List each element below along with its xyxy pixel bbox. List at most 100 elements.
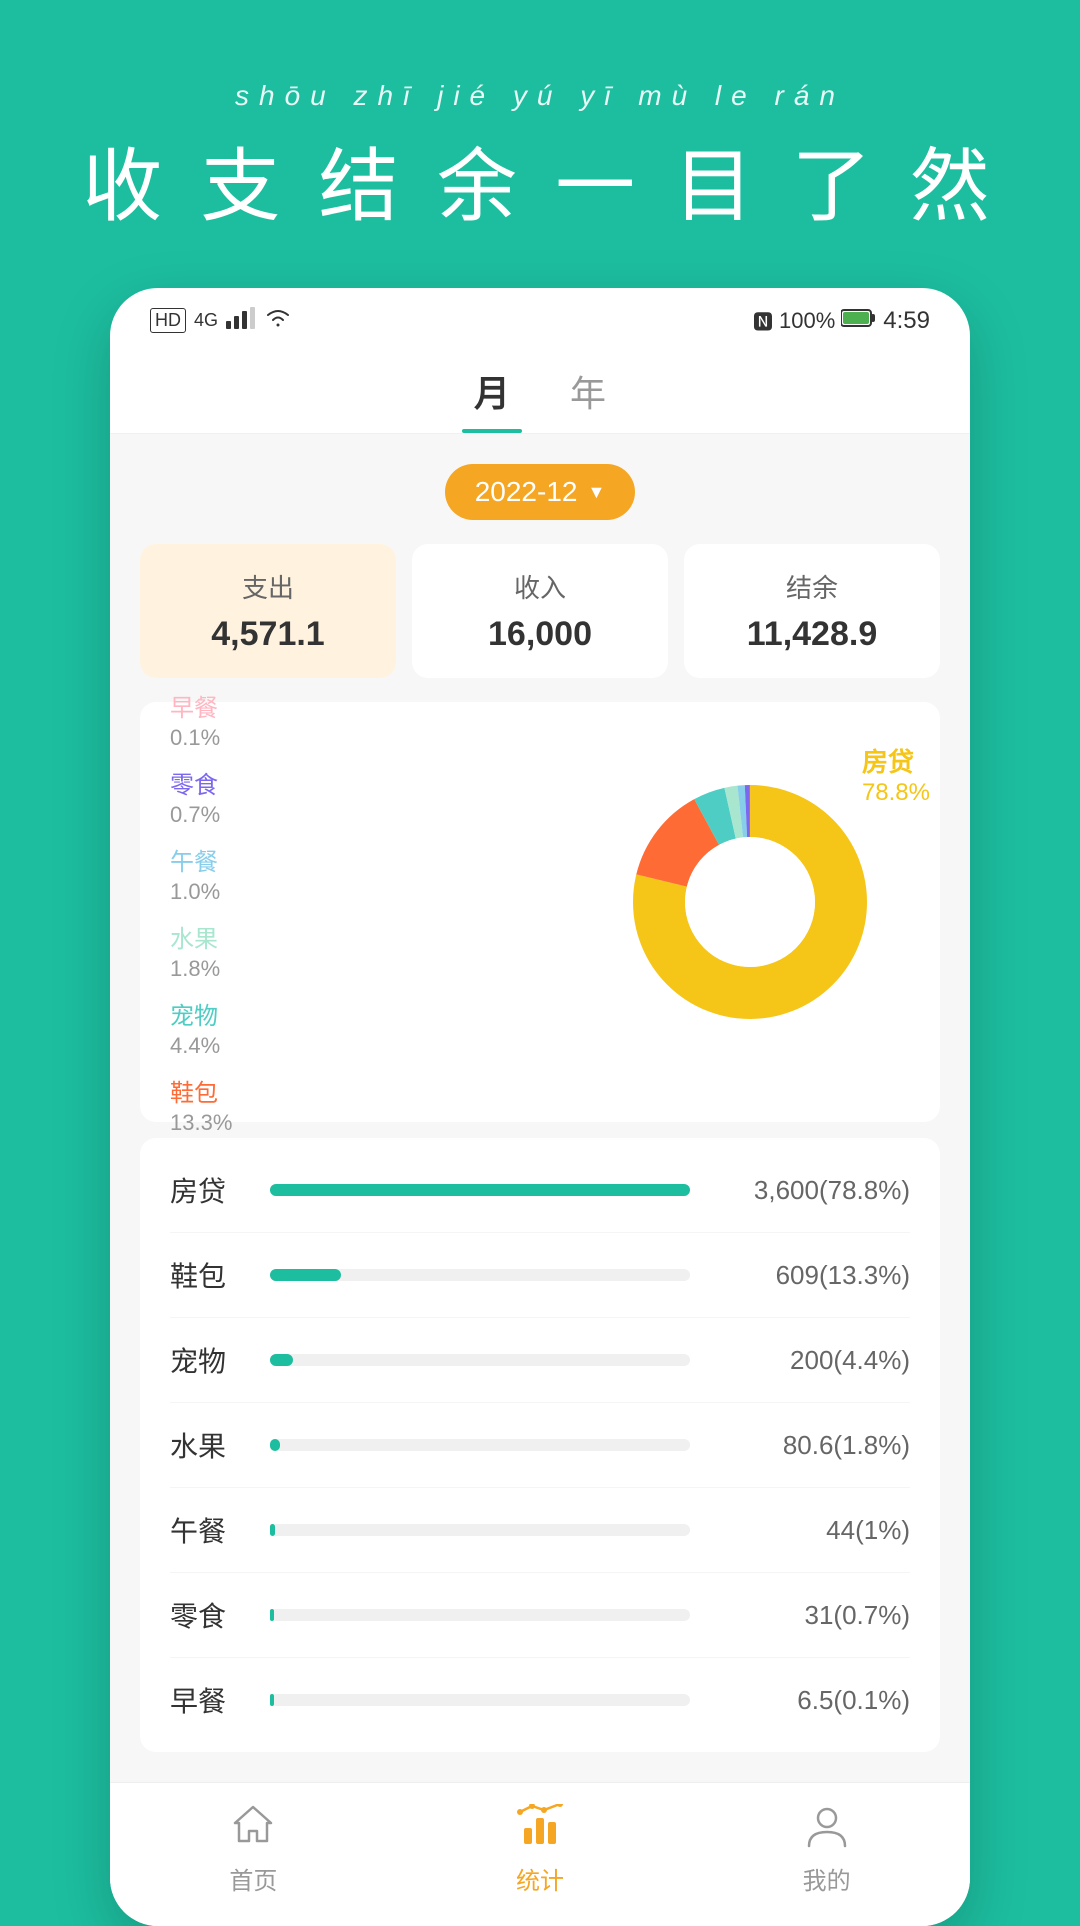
bar-fill — [270, 1354, 293, 1366]
bar-item-value: 200(4.4%) — [710, 1345, 910, 1376]
balance-value: 11,428.9 — [704, 615, 920, 654]
income-label: 收入 — [432, 568, 648, 605]
bar-item: 午餐 44(1%) — [170, 1488, 910, 1573]
nav-stats[interactable]: 统计 — [516, 1804, 564, 1896]
date-selector[interactable]: 2022-12 ▼ — [445, 464, 636, 520]
legend-item-snack: 零食 0.7% — [170, 765, 340, 828]
chart-label-mortgage: 房贷 78.8% — [862, 742, 940, 807]
bar-item: 早餐 6.5(0.1%) — [170, 1658, 910, 1742]
legend-pct-breakfast: 0.1% — [170, 725, 340, 751]
bar-fill — [270, 1524, 275, 1536]
bar-item: 水果 80.6(1.8%) — [170, 1403, 910, 1488]
bar-item-value: 609(13.3%) — [710, 1260, 910, 1291]
nav-stats-label: 统计 — [516, 1861, 564, 1896]
bar-item: 零食 31(0.7%) — [170, 1573, 910, 1658]
bar-track — [270, 1354, 690, 1366]
chart-area: 早餐 0.1% 零食 0.7% 午餐 1.0% 水果 1.8% 宠物 4.4 — [140, 702, 940, 1122]
status-bar: HD 4G 🅽 100% — [110, 288, 970, 345]
bar-track — [270, 1184, 690, 1196]
header: shōu zhī jié yú yī mù le rán 收 支 结 余 一 目… — [0, 0, 1080, 288]
bar-item-name: 水果 — [170, 1425, 250, 1465]
home-icon — [231, 1803, 275, 1853]
legend-pct-bag: 13.3% — [170, 1110, 340, 1136]
bar-track — [270, 1439, 690, 1451]
expense-card: 支出 4,571.1 — [140, 544, 396, 678]
tab-month[interactable]: 月 — [474, 365, 510, 433]
hd-badge: HD — [150, 308, 186, 333]
legend-label-fruit: 水果 — [170, 919, 340, 954]
donut-chart — [620, 772, 900, 1052]
expense-value: 4,571.1 — [160, 615, 376, 654]
bar-item: 鞋包 609(13.3%) — [170, 1233, 910, 1318]
phone-mockup: HD 4G 🅽 100% — [110, 288, 970, 1926]
wifi-icon — [264, 307, 292, 335]
bar-item-name: 鞋包 — [170, 1255, 250, 1295]
signal-bars — [226, 307, 256, 335]
bar-fill — [270, 1439, 280, 1451]
pinyin-text: shōu zhī jié yú yī mù le rán — [40, 80, 1040, 112]
status-left: HD 4G — [150, 307, 292, 335]
bar-item-value: 44(1%) — [710, 1515, 910, 1546]
legend-item-breakfast: 早餐 0.1% — [170, 688, 340, 751]
bar-track — [270, 1524, 690, 1536]
bar-fill — [270, 1609, 274, 1621]
bar-fill — [270, 1184, 690, 1196]
bar-list: 房贷 3,600(78.8%) 鞋包 609(13.3%) 宠物 200(4.4%) 水果 8… — [140, 1138, 940, 1752]
bar-item: 房贷 3,600(78.8%) — [170, 1148, 910, 1233]
bar-item-value: 3,600(78.8%) — [710, 1175, 910, 1206]
legend-pct-fruit: 1.8% — [170, 956, 340, 982]
nav-mine-label: 我的 — [803, 1861, 851, 1896]
bar-track — [270, 1269, 690, 1281]
battery-pct: 100% — [779, 308, 835, 334]
legend-pct-lunch: 1.0% — [170, 879, 340, 905]
bar-item-name: 宠物 — [170, 1340, 250, 1380]
balance-card: 结余 11,428.9 — [684, 544, 940, 678]
expense-label: 支出 — [160, 568, 376, 605]
legend-pct-pet: 4.4% — [170, 1033, 340, 1059]
bar-item-name: 早餐 — [170, 1680, 250, 1720]
bar-track — [270, 1609, 690, 1621]
legend-label-pet: 宠物 — [170, 996, 340, 1031]
legend-item-pet: 宠物 4.4% — [170, 996, 340, 1059]
tabs-container: 月 年 — [110, 345, 970, 434]
bar-fill — [270, 1694, 274, 1706]
bar-track — [270, 1694, 690, 1706]
main-title: 收 支 结 余 一 目 了 然 — [40, 122, 1040, 238]
bar-item-value: 80.6(1.8%) — [710, 1430, 910, 1461]
chevron-down-icon: ▼ — [587, 482, 605, 503]
bar-item-name: 房贷 — [170, 1170, 250, 1210]
legend-label-bag: 鞋包 — [170, 1073, 340, 1108]
legend-item-lunch: 午餐 1.0% — [170, 842, 340, 905]
income-card: 收入 16,000 — [412, 544, 668, 678]
bar-item-value: 6.5(0.1%) — [710, 1685, 910, 1716]
bar-item-name: 零食 — [170, 1595, 250, 1635]
main-content: 2022-12 ▼ 支出 4,571.1 收入 16,000 结余 11,428… — [110, 434, 970, 1782]
nav-home[interactable]: 首页 — [229, 1803, 277, 1896]
income-value: 16,000 — [432, 615, 648, 654]
bottom-nav: 首页 统计 — [110, 1782, 970, 1926]
bar-fill — [270, 1269, 341, 1281]
bar-item: 宠物 200(4.4%) — [170, 1318, 910, 1403]
legend-pct-snack: 0.7% — [170, 802, 340, 828]
time: 4:59 — [883, 307, 930, 335]
chart-legend: 早餐 0.1% 零食 0.7% 午餐 1.0% 水果 1.8% 宠物 4.4 — [160, 688, 340, 1136]
legend-label-lunch: 午餐 — [170, 842, 340, 877]
status-right: 🅽 100% 4:59 — [753, 306, 930, 335]
legend-label-snack: 零食 — [170, 765, 340, 800]
balance-label: 结余 — [704, 568, 920, 605]
legend-item-fruit: 水果 1.8% — [170, 919, 340, 982]
date-selector-wrap: 2022-12 ▼ — [140, 464, 940, 520]
stats-icon — [516, 1804, 564, 1853]
date-value: 2022-12 — [475, 476, 578, 508]
nav-home-label: 首页 — [229, 1861, 277, 1896]
nfc-icon: 🅽 — [753, 306, 773, 335]
user-icon — [805, 1804, 849, 1853]
bar-item-value: 31(0.7%) — [710, 1600, 910, 1631]
legend-label-breakfast: 早餐 — [170, 688, 340, 723]
legend-item-bag: 鞋包 13.3% — [170, 1073, 340, 1136]
summary-cards: 支出 4,571.1 收入 16,000 结余 11,428.9 — [140, 544, 940, 678]
tab-year[interactable]: 年 — [570, 365, 606, 433]
bar-item-name: 午餐 — [170, 1510, 250, 1550]
nav-mine[interactable]: 我的 — [803, 1804, 851, 1896]
battery-icon — [841, 308, 877, 334]
